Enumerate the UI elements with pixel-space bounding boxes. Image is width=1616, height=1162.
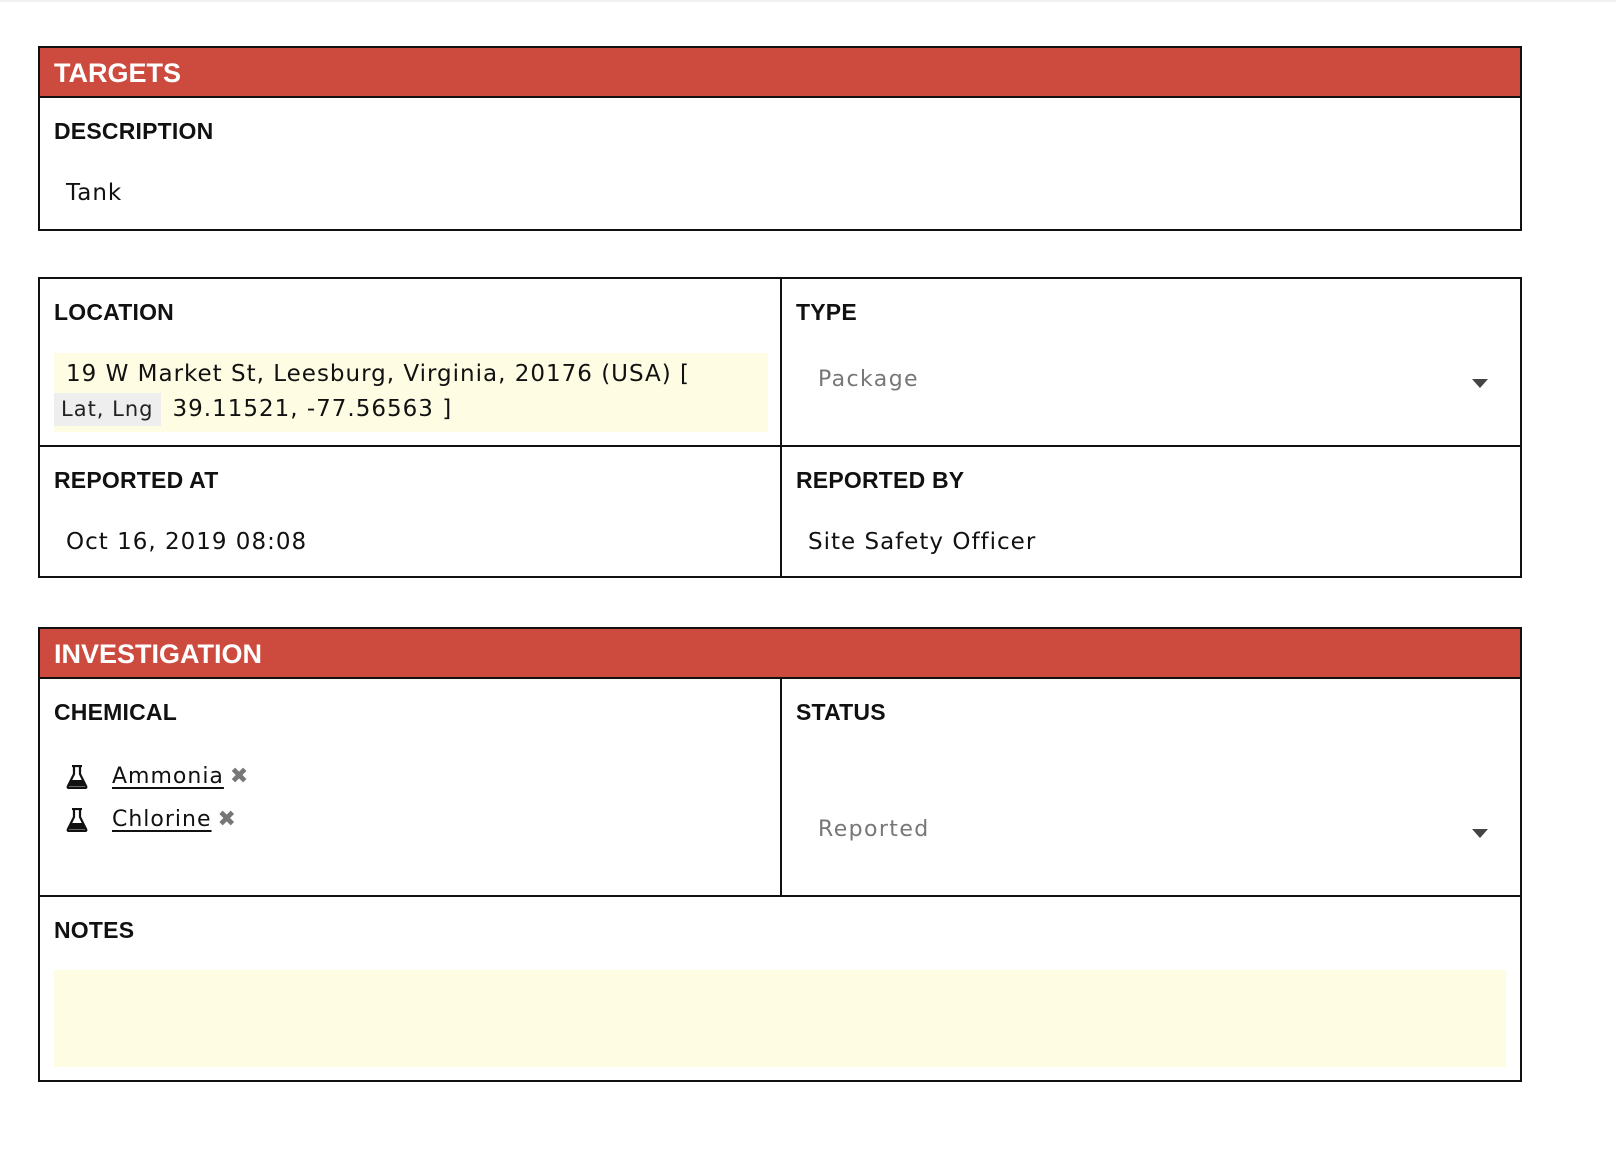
location-panel: LOCATION 19 W Market St, Leesburg, Virgi…	[38, 277, 1522, 578]
type-cell: TYPE Package	[782, 279, 1520, 445]
investigation-panel: INVESTIGATION CHEMICAL Ammonia ✖ Chlorin…	[38, 627, 1522, 1082]
status-selected-value: Reported	[818, 817, 930, 842]
chemical-item: Ammonia ✖	[66, 755, 249, 798]
description-label: DESCRIPTION	[54, 118, 214, 144]
notes-cell: NOTES	[40, 897, 1520, 1082]
remove-icon[interactable]: ✖	[218, 807, 237, 832]
targets-header: TARGETS	[40, 48, 1520, 98]
reported-at-cell: REPORTED AT Oct 16, 2019 08:08	[40, 447, 782, 578]
flask-icon	[66, 807, 88, 832]
chevron-down-icon	[1472, 829, 1488, 838]
type-label: TYPE	[796, 299, 857, 325]
chemical-label: CHEMICAL	[54, 699, 177, 725]
latlng-tag: Lat, Lng	[54, 393, 161, 426]
location-label: LOCATION	[54, 299, 174, 325]
reported-at-label: REPORTED AT	[54, 467, 219, 493]
chemical-cell: CHEMICAL Ammonia ✖ Chlorine ✖	[40, 679, 782, 895]
targets-panel: TARGETS DESCRIPTION Tank	[38, 46, 1522, 231]
notes-field[interactable]	[54, 970, 1506, 1067]
reported-by-value[interactable]: Site Safety Officer	[808, 529, 1036, 555]
location-field[interactable]: 19 W Market St, Leesburg, Virginia, 2017…	[54, 353, 768, 432]
investigation-header: INVESTIGATION	[40, 629, 1520, 679]
chemical-list: Ammonia ✖ Chlorine ✖	[66, 755, 249, 841]
location-address: 19 W Market St, Leesburg, Virginia, 2017…	[66, 361, 691, 387]
chemical-item: Chlorine ✖	[66, 798, 249, 841]
location-coords: 39.11521, -77.56563 ]	[172, 396, 453, 422]
status-select[interactable]: Reported	[818, 817, 1488, 851]
location-cell: LOCATION 19 W Market St, Leesburg, Virgi…	[40, 279, 782, 445]
status-cell: STATUS Reported	[782, 679, 1520, 895]
remove-icon[interactable]: ✖	[230, 764, 249, 789]
type-selected-value: Package	[818, 367, 919, 392]
flask-icon	[66, 764, 88, 789]
type-select[interactable]: Package	[818, 367, 1488, 401]
reported-by-cell: REPORTED BY Site Safety Officer	[782, 447, 1520, 578]
description-value[interactable]: Tank	[66, 180, 122, 206]
chemical-link-chlorine[interactable]: Chlorine	[104, 807, 212, 832]
top-divider	[0, 0, 1616, 2]
reported-by-label: REPORTED BY	[796, 467, 965, 493]
chevron-down-icon	[1472, 379, 1488, 388]
status-label: STATUS	[796, 699, 886, 725]
chemical-link-ammonia[interactable]: Ammonia	[104, 764, 224, 789]
notes-label: NOTES	[54, 917, 135, 943]
reported-at-value[interactable]: Oct 16, 2019 08:08	[66, 529, 307, 555]
